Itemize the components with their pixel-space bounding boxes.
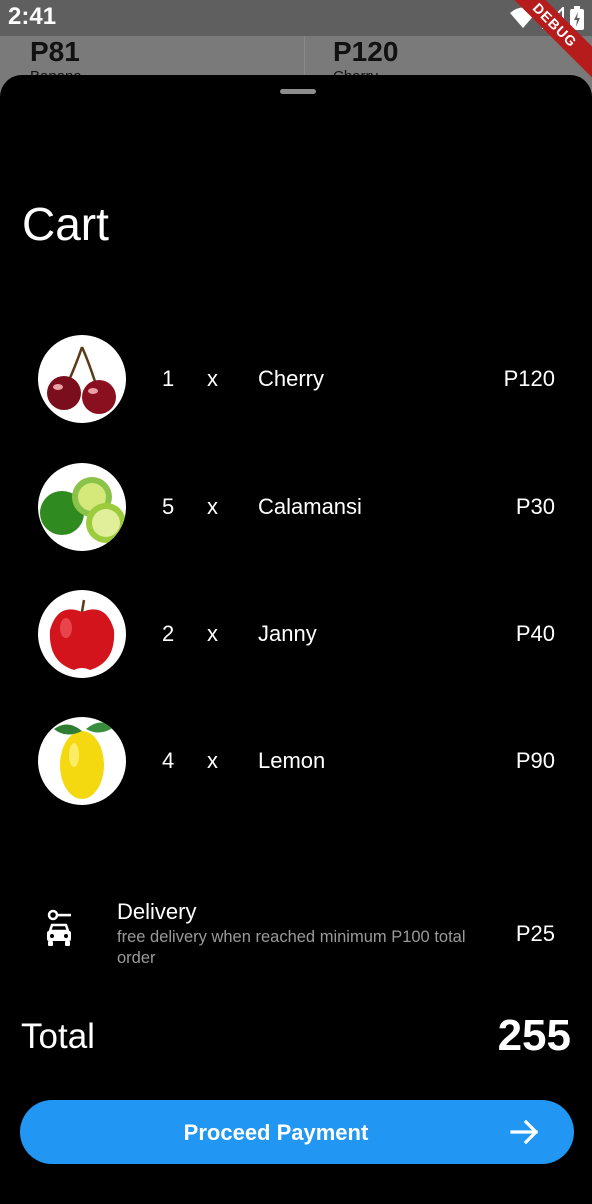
multiply-sign: x bbox=[207, 621, 218, 646]
item-quantity: 4 bbox=[162, 748, 175, 773]
car-icon bbox=[47, 909, 71, 946]
proceed-payment-label: Proceed Payment bbox=[183, 1120, 369, 1145]
item-price: P40 bbox=[515, 621, 555, 646]
delivery-subtitle: free delivery when reached minimum P100 … bbox=[117, 928, 466, 967]
status-time: 2:41 bbox=[8, 3, 57, 30]
cart-item: 2 x Janny P40 bbox=[0, 590, 592, 680]
item-price: P90 bbox=[515, 748, 555, 773]
background-card-price: P120 bbox=[333, 36, 399, 67]
delivery-title: Delivery bbox=[117, 899, 197, 924]
cart-item: 5 x Calamansi P30 bbox=[0, 463, 592, 553]
item-quantity: 2 bbox=[162, 621, 175, 646]
background-card-price: P81 bbox=[30, 36, 80, 67]
cart-bottom-sheet: Cart 1 x Cherry P120 5 x Calamansi P30 2… bbox=[0, 75, 592, 1204]
item-price: P120 bbox=[503, 366, 555, 391]
calamansi-icon bbox=[38, 463, 126, 551]
page-title: Cart bbox=[22, 198, 109, 250]
drag-handle[interactable] bbox=[280, 89, 316, 94]
app-screen: P81 Banana P120 Cherry 2:41 DEBUG Cart bbox=[0, 0, 592, 1204]
item-quantity: 5 bbox=[162, 494, 175, 519]
cherry-icon bbox=[38, 335, 126, 423]
arrow-right-icon bbox=[510, 1119, 539, 1145]
item-name: Janny bbox=[258, 621, 317, 646]
apple-icon bbox=[38, 590, 126, 678]
multiply-sign: x bbox=[207, 494, 218, 519]
item-quantity: 1 bbox=[162, 366, 175, 391]
lemon-icon bbox=[38, 717, 126, 805]
item-name: Calamansi bbox=[258, 494, 362, 519]
item-name: Lemon bbox=[258, 748, 326, 773]
item-name: Cherry bbox=[258, 366, 325, 391]
cart-item: 1 x Cherry P120 bbox=[0, 335, 592, 425]
total-label: Total bbox=[21, 1017, 95, 1056]
proceed-payment-button[interactable]: Proceed Payment bbox=[20, 1100, 574, 1164]
delivery-row: Delivery free delivery when reached mini… bbox=[0, 897, 592, 973]
multiply-sign: x bbox=[207, 748, 218, 773]
delivery-price: P25 bbox=[515, 921, 555, 946]
item-price: P30 bbox=[515, 494, 555, 519]
total-value: 255 bbox=[497, 1011, 571, 1060]
cart-item: 4 x Lemon P90 bbox=[0, 717, 592, 807]
status-bar: 2:41 DEBUG bbox=[0, 0, 592, 86]
multiply-sign: x bbox=[207, 366, 218, 391]
